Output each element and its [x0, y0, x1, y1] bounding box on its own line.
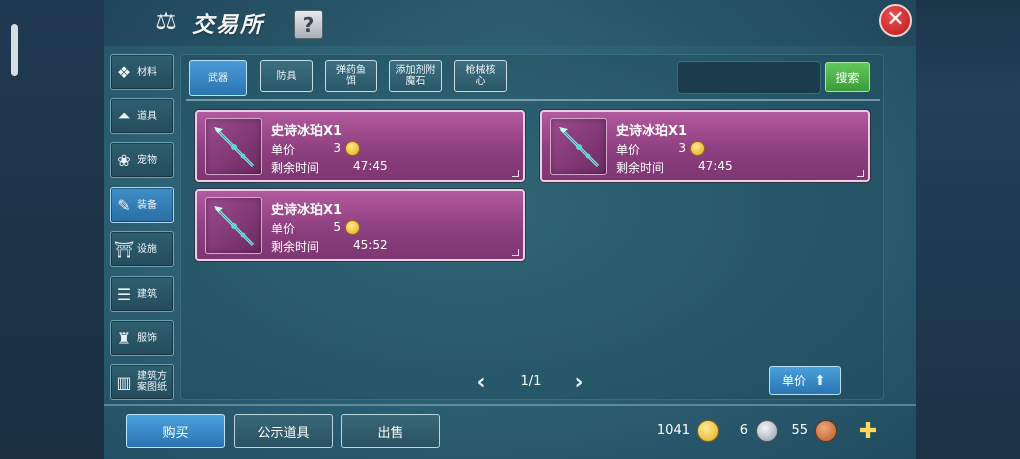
- time-remaining: 45:52: [353, 238, 388, 252]
- time-label: 剩余时间: [616, 161, 665, 175]
- sidebar-item-facility[interactable]: ⛩ 设施: [110, 231, 174, 267]
- time-label: 剩余时间: [271, 240, 320, 254]
- gold-amount: 1041: [656, 423, 690, 438]
- next-page-button[interactable]: ›: [570, 372, 588, 394]
- corner-mark: [512, 249, 519, 256]
- time-remaining: 47:45: [353, 159, 388, 173]
- gold-coin-icon: [697, 420, 719, 442]
- right-margin: [916, 0, 1020, 459]
- scale-icon: ⚖: [155, 7, 177, 35]
- item-icon-frame: [205, 118, 262, 175]
- sidebar-item-tool[interactable]: ⏶ 道具: [110, 98, 174, 134]
- buy-button[interactable]: 购买: [126, 414, 225, 448]
- item-name: 史诗冰珀X1: [616, 124, 688, 139]
- price-label: 单价: [271, 222, 296, 236]
- sidebar-item-label: 装备: [137, 199, 157, 211]
- divider: [104, 404, 916, 406]
- showcase-items-button[interactable]: 公示道具: [234, 414, 333, 448]
- tool-icon: ⏶: [117, 106, 131, 125]
- staff-icon: [214, 127, 255, 168]
- item-name: 史诗冰珀X1: [271, 203, 343, 218]
- item-price: 3: [333, 141, 341, 155]
- time-label: 剩余时间: [271, 161, 320, 175]
- sidebar-item-label: 建筑: [137, 288, 157, 300]
- tab-armor[interactable]: 防具: [260, 60, 313, 92]
- silver-coin-icon: [756, 420, 778, 442]
- copper-coin-icon: [815, 420, 837, 442]
- sidebar-item-building[interactable]: ☰ 建筑: [110, 276, 174, 312]
- close-icon: ✕: [886, 7, 905, 32]
- sidebar-item-pet[interactable]: ❀ 宠物: [110, 142, 174, 178]
- listing-card[interactable]: 史诗冰珀X1 单价 3 剩余时间 47:45: [195, 110, 525, 182]
- divider: [186, 99, 880, 101]
- sidebar-item-label: 材料: [137, 66, 157, 78]
- blueprint-icon: ▥: [116, 372, 132, 392]
- building-icon: ☰: [116, 284, 132, 304]
- plus-icon: ✚: [858, 419, 878, 444]
- item-icon-frame: [205, 197, 262, 254]
- tab-ammo-bait[interactable]: 弹药鱼饵: [325, 60, 377, 92]
- tab-weapon[interactable]: 武器: [189, 60, 247, 96]
- sell-button[interactable]: 出售: [341, 414, 440, 448]
- gold-coin-icon: [345, 141, 360, 156]
- corner-mark: [512, 170, 519, 177]
- listing-card[interactable]: 史诗冰珀X1 单价 5 剩余时间 45:52: [195, 189, 525, 261]
- item-price: 3: [678, 141, 686, 155]
- sort-ascending-icon: ⬆: [814, 372, 826, 389]
- sort-by-price-button[interactable]: 单价 ⬆: [769, 366, 841, 395]
- paw-icon: ❀: [117, 150, 131, 170]
- sidebar-item-label: 宠物: [137, 154, 157, 166]
- sidebar-item-blueprint[interactable]: ▥ 建筑方案图纸: [110, 364, 174, 400]
- listing-card[interactable]: 史诗冰珀X1 单价 3 剩余时间 47:45: [540, 110, 870, 182]
- close-button[interactable]: ✕: [879, 4, 912, 37]
- gold-coin-icon: [690, 141, 705, 156]
- tab-additive-enchant[interactable]: 添加剂附魔石: [389, 60, 442, 92]
- staff-icon: [214, 206, 255, 247]
- sidebar-item-equipment[interactable]: ✎ 装备: [110, 187, 174, 223]
- clothing-icon: ♜: [116, 328, 132, 348]
- search-input[interactable]: [677, 61, 821, 94]
- sort-label: 单价: [781, 374, 806, 388]
- corner-mark: [857, 170, 864, 177]
- price-label: 单价: [616, 143, 641, 157]
- sidebar-item-label: 设施: [137, 243, 157, 255]
- item-name: 史诗冰珀X1: [271, 124, 343, 139]
- sidebar-item-material[interactable]: ❖ 材料: [110, 54, 174, 90]
- page-indicator: 1/1: [520, 374, 542, 389]
- item-price: 5: [333, 220, 341, 234]
- gold-coin-icon: [345, 220, 360, 235]
- material-icon: ❖: [116, 62, 132, 82]
- price-label: 单价: [271, 143, 296, 157]
- copper-amount: 55: [791, 423, 808, 438]
- item-icon-frame: [550, 118, 607, 175]
- sidebar-item-label: 道具: [137, 110, 157, 122]
- help-button[interactable]: ?: [294, 10, 323, 39]
- silver-amount: 6: [739, 423, 748, 438]
- tab-gun-core[interactable]: 枪械核心: [454, 60, 507, 92]
- staff-icon: [559, 127, 600, 168]
- side-handle[interactable]: [11, 24, 18, 76]
- search-button[interactable]: 搜索: [825, 62, 870, 92]
- time-remaining: 47:45: [698, 159, 733, 173]
- sidebar-item-clothing[interactable]: ♜ 服饰: [110, 320, 174, 356]
- page-title: 交易所: [192, 13, 265, 38]
- sidebar-item-label: 服饰: [137, 332, 157, 344]
- facility-icon: ⛩: [113, 239, 135, 259]
- sidebar-item-label: 建筑方案图纸: [137, 371, 167, 393]
- prev-page-button[interactable]: ‹: [472, 372, 490, 394]
- equipment-icon: ✎: [117, 195, 131, 215]
